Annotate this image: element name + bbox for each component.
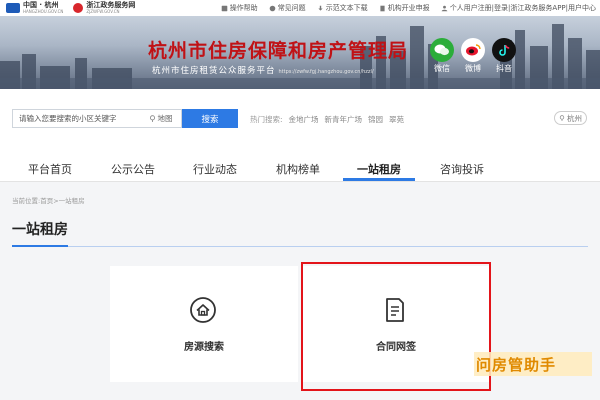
top-logos: 中国 · 杭州 HANGZHOU.GOV.CN 浙江政务服务网 ZJZWFW.G… bbox=[6, 1, 145, 15]
download-icon bbox=[318, 5, 323, 11]
top-links: 操作帮助 常见问题 示范文本下载 机构开业申报 个人用户注册|登录|浙江政务服务… bbox=[210, 3, 596, 13]
map-button-label: 地图 bbox=[157, 114, 173, 123]
location-icon bbox=[559, 115, 565, 121]
douyin-button[interactable]: 抖音 bbox=[490, 38, 518, 74]
tab-announcements[interactable]: 公示公告 bbox=[111, 161, 155, 177]
tab-home[interactable]: 平台首页 bbox=[28, 161, 72, 177]
weibo-label: 微博 bbox=[465, 64, 481, 73]
hangzhou-logo-text: 中国 · 杭州 bbox=[23, 1, 59, 9]
header-banner: 杭州市住房保障和房产管理局 杭州市住房租赁公众服务平台 https://zwfw.… bbox=[0, 16, 600, 89]
hot-search-item[interactable]: 金地广场 bbox=[289, 114, 319, 125]
zjzwfw-logo-text: 浙江政务服务网 bbox=[86, 1, 136, 9]
template-download-label: 示范文本下载 bbox=[325, 4, 368, 12]
city-selector[interactable]: 杭州 bbox=[554, 111, 587, 125]
page-title: 一站租房 bbox=[12, 222, 68, 238]
weibo-button[interactable]: 微博 bbox=[459, 38, 487, 74]
help-icon bbox=[221, 5, 227, 11]
douyin-icon bbox=[492, 38, 516, 62]
site-url: https://zwfw.fgj.hangzhou.gov.cn/hzzl/ bbox=[278, 69, 374, 75]
hot-searches: 热门搜索: 金地广场 新青年广场 锦园 翠苑 bbox=[250, 114, 404, 125]
wechat-button[interactable]: 微信 bbox=[428, 38, 456, 74]
zjzwfw-emblem-icon bbox=[73, 3, 84, 13]
main-nav: 平台首页 公示公告 行业动态 机构榜单 一站租房 咨询投诉 bbox=[0, 158, 600, 180]
douyin-label: 抖音 bbox=[496, 64, 512, 73]
title-accent-bar bbox=[12, 245, 68, 247]
hot-search-item[interactable]: 锦园 bbox=[368, 114, 383, 125]
title-divider bbox=[12, 246, 588, 247]
house-search-label: 房源搜索 bbox=[184, 342, 224, 353]
tab-complaints[interactable]: 咨询投诉 bbox=[440, 161, 484, 177]
hot-searches-label: 热门搜索: bbox=[250, 115, 283, 124]
map-pin-icon bbox=[149, 115, 155, 122]
question-icon bbox=[269, 5, 275, 11]
hot-search-item[interactable]: 翠苑 bbox=[389, 114, 404, 125]
house-search-icon bbox=[190, 297, 216, 323]
hot-search-item[interactable]: 新青年广场 bbox=[325, 114, 363, 125]
top-bar: 中国 · 杭州 HANGZHOU.GOV.CN 浙江政务服务网 ZJZWFW.G… bbox=[0, 0, 600, 16]
highlight-box bbox=[301, 262, 491, 391]
site-title: 杭州市住房保障和房产管理局 bbox=[148, 40, 409, 62]
hangzhou-emblem-icon bbox=[6, 3, 20, 13]
wechat-icon bbox=[430, 38, 454, 62]
agency-declare-link[interactable]: 机构开业申报 bbox=[379, 3, 430, 13]
tab-agency-ranking[interactable]: 机构榜单 bbox=[276, 161, 320, 177]
agency-declare-label: 机构开业申报 bbox=[387, 4, 430, 12]
building-icon bbox=[380, 5, 385, 11]
map-button[interactable]: 地图 bbox=[140, 109, 182, 128]
help-link[interactable]: 操作帮助 bbox=[221, 3, 258, 13]
zjzwfw-logo[interactable]: 浙江政务服务网 ZJZWFW.GOV.CN bbox=[73, 2, 135, 14]
tab-industry-news[interactable]: 行业动态 bbox=[193, 161, 237, 177]
tab-one-stop-rental[interactable]: 一站租房 bbox=[357, 161, 401, 177]
hangzhou-logo-domain: HANGZHOU.GOV.CN bbox=[23, 9, 64, 14]
site-subtitle: 杭州市住房租赁公众服务平台 https://zwfw.fgj.hangzhou.g… bbox=[152, 64, 374, 76]
wechat-label: 微信 bbox=[434, 64, 450, 73]
weibo-icon bbox=[461, 38, 485, 62]
faq-link[interactable]: 常见问题 bbox=[269, 3, 306, 13]
template-download-link[interactable]: 示范文本下载 bbox=[317, 3, 368, 13]
watermark: 问房管助手 bbox=[474, 352, 592, 376]
hangzhou-logo[interactable]: 中国 · 杭州 HANGZHOU.GOV.CN bbox=[6, 2, 63, 14]
user-links-label: 个人用户注册|登录|浙江政务服务APP|用户中心 bbox=[449, 4, 596, 12]
user-links[interactable]: 个人用户注册|登录|浙江政务服务APP|用户中心 bbox=[441, 3, 596, 13]
city-name: 杭州 bbox=[567, 113, 582, 123]
house-search-card[interactable]: 房源搜索 bbox=[110, 266, 298, 382]
search-button[interactable]: 搜索 bbox=[182, 109, 238, 128]
user-icon bbox=[441, 5, 447, 11]
faq-link-label: 常见问题 bbox=[277, 4, 306, 12]
breadcrumb: 当前位置:首页>一站租房 bbox=[12, 197, 85, 205]
zjzwfw-logo-domain: ZJZWFW.GOV.CN bbox=[86, 9, 120, 14]
active-tab-indicator bbox=[343, 178, 415, 181]
site-subtitle-text: 杭州市住房租赁公众服务平台 bbox=[152, 66, 276, 76]
help-link-label: 操作帮助 bbox=[229, 4, 258, 12]
